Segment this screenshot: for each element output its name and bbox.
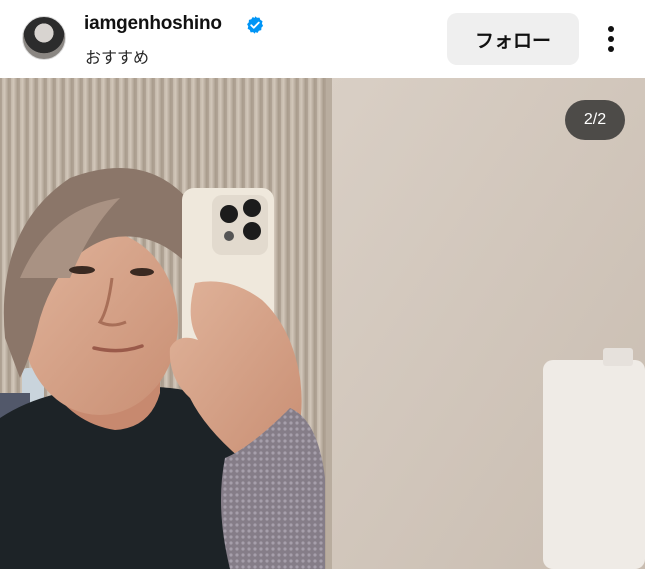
image-counter: 2/2 bbox=[565, 100, 625, 140]
avatar[interactable] bbox=[22, 16, 66, 60]
post-photo[interactable]: 2/2 bbox=[0, 78, 645, 569]
follow-button[interactable]: フォロー bbox=[447, 13, 579, 65]
verified-badge-icon bbox=[247, 16, 264, 34]
selfie-image bbox=[0, 78, 645, 569]
recommended-label: おすすめ bbox=[85, 48, 150, 67]
username[interactable]: iamgenhoshino bbox=[84, 13, 222, 35]
post-header: iamgenhoshino おすすめ フォロー bbox=[0, 0, 645, 78]
more-options-icon[interactable] bbox=[600, 24, 622, 54]
